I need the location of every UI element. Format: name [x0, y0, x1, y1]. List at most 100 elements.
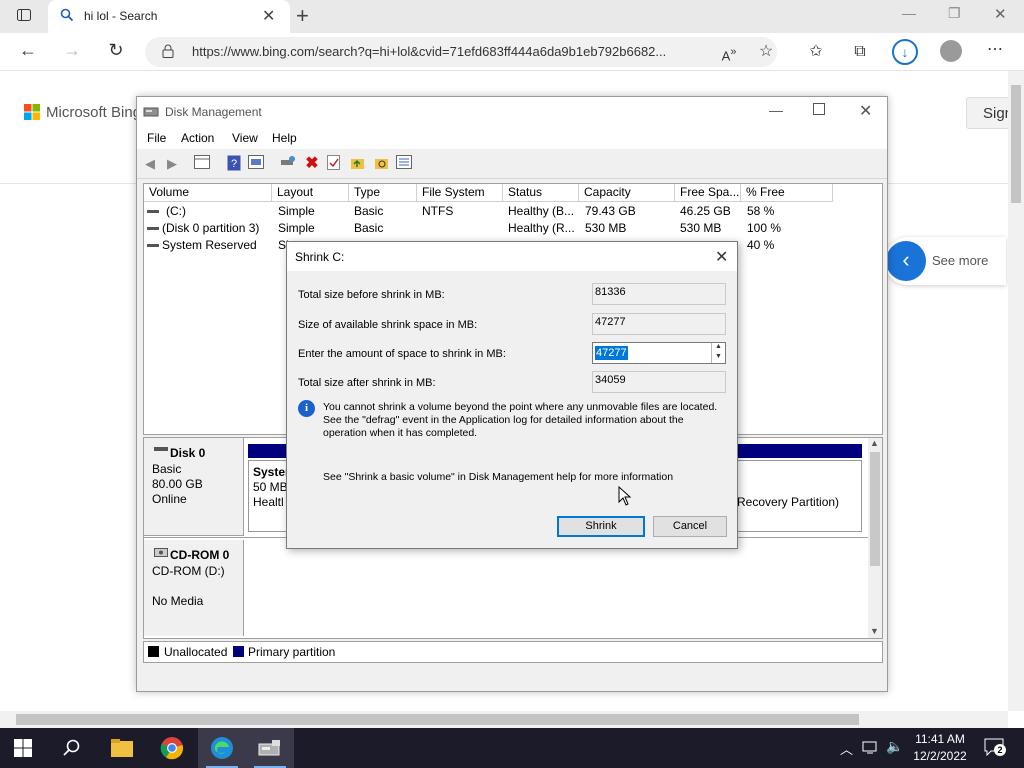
toolbar-connect-icon[interactable]: [279, 155, 297, 173]
dm-maximize-icon[interactable]: [813, 103, 825, 118]
shrink-amount-spinner[interactable]: 47277 ▲ ▼: [592, 342, 726, 364]
notifications-button[interactable]: 2: [984, 738, 1006, 758]
dm-close-icon[interactable]: ✕: [859, 101, 872, 121]
chevron-left-icon[interactable]: ‹: [886, 241, 926, 281]
toolbar-check-icon[interactable]: [325, 155, 343, 173]
restore-icon[interactable]: ❐: [948, 5, 961, 22]
dialog-close-icon[interactable]: ✕: [715, 247, 728, 267]
toolbar-folder-up-icon[interactable]: [349, 155, 367, 173]
table-cell: 46.25 GB: [680, 204, 731, 218]
available-label: Size of available shrink space in MB:: [298, 319, 478, 331]
clock-time[interactable]: 11:41 AM: [913, 732, 967, 746]
tab-actions-icon[interactable]: [14, 7, 34, 29]
dm-minimize-icon[interactable]: —: [769, 102, 783, 118]
cancel-button[interactable]: Cancel: [653, 516, 727, 537]
volume-icon[interactable]: 🔈: [886, 738, 903, 755]
signin-button[interactable]: Sign: [966, 97, 1013, 129]
menu-action[interactable]: Action: [181, 131, 214, 145]
toolbar-back-icon[interactable]: ◀: [141, 155, 159, 173]
vertical-scroll-thumb[interactable]: [1011, 85, 1021, 203]
toolbar-list-icon[interactable]: [395, 155, 413, 173]
spin-up-icon[interactable]: ▲: [715, 343, 722, 350]
file-explorer-icon[interactable]: [110, 738, 134, 761]
downloads-icon[interactable]: ↓: [892, 39, 918, 65]
forward-icon[interactable]: →: [62, 40, 82, 60]
dialog-titlebar[interactable]: Shrink C: ✕: [287, 242, 737, 271]
scroll-up-icon[interactable]: ▲: [870, 438, 879, 448]
network-icon[interactable]: [862, 739, 878, 758]
minimize-icon[interactable]: —: [902, 5, 916, 21]
disk0-info[interactable]: Disk 0 Basic 80.00 GB Online: [144, 438, 244, 536]
col-type[interactable]: Type: [349, 184, 417, 202]
toolbar-properties-icon[interactable]: [247, 155, 265, 173]
disk-scroll-thumb[interactable]: [870, 452, 880, 566]
col-layout[interactable]: Layout: [272, 184, 349, 202]
col-volume[interactable]: Volume: [144, 184, 272, 202]
table-cell: Basic: [354, 204, 384, 218]
chrome-icon[interactable]: [160, 736, 184, 763]
cdrom0-drive: CD-ROM (D:): [152, 564, 225, 578]
windows-start-icon[interactable]: [14, 739, 32, 760]
table-row[interactable]: (C:) Simple Basic NTFS Healthy (B... 79.…: [144, 203, 882, 220]
disk-area-scrollbar[interactable]: ▲ ▼: [868, 438, 882, 638]
col-status[interactable]: Status: [503, 184, 579, 202]
info-text-line1: You cannot shrink a volume beyond the po…: [323, 401, 718, 413]
toolbar-delete-icon[interactable]: ✖: [303, 155, 321, 173]
see-more-panel[interactable]: ‹ See more: [884, 237, 1006, 285]
cdrom0-info[interactable]: CD-ROM 0 CD-ROM (D:) No Media: [144, 540, 244, 636]
menu-help[interactable]: Help: [272, 131, 297, 145]
table-cell: Healthy (R...: [508, 221, 575, 235]
horizontal-scrollbar[interactable]: [0, 711, 1008, 728]
legend-bar: Unallocated Primary partition: [143, 641, 883, 663]
menu-view[interactable]: View: [232, 131, 258, 145]
table-row[interactable]: (Disk 0 partition 3) Simple Basic Health…: [144, 220, 882, 237]
shrink-amount-input[interactable]: 47277: [595, 346, 628, 360]
favorite-star-icon[interactable]: ☆: [756, 42, 776, 62]
info-text-line2: See the "defrag" event in the Applicatio…: [323, 414, 684, 426]
volume-icon: [147, 227, 159, 230]
tray-chevron-up-icon[interactable]: ︿: [840, 739, 853, 758]
close-tab-icon[interactable]: ✕: [262, 6, 275, 26]
collections-icon[interactable]: ⧉: [850, 42, 870, 62]
help-link-text[interactable]: See "Shrink a basic volume" in Disk Mana…: [323, 471, 673, 483]
table-cell: 40 %: [747, 238, 775, 252]
read-aloud-icon[interactable]: A»: [720, 42, 738, 66]
browser-tab[interactable]: hi lol - Search ✕: [48, 0, 290, 33]
col-capacity[interactable]: Capacity: [579, 184, 675, 202]
scroll-down-icon[interactable]: ▼: [870, 626, 879, 636]
legend-primary: Primary partition: [248, 645, 336, 659]
shrink-dialog: Shrink C: ✕ Total size before shrink in …: [286, 241, 738, 549]
shrink-button[interactable]: Shrink: [557, 516, 645, 537]
clock-date[interactable]: 12/2/2022: [913, 749, 967, 763]
partition-recovery[interactable]: Recovery Partition): [734, 460, 862, 532]
disk-management-titlebar[interactable]: Disk Management — ✕: [137, 97, 887, 127]
settings-more-icon[interactable]: ⋯: [985, 40, 1005, 60]
toolbar-forward-icon[interactable]: ▶: [163, 155, 181, 173]
disk-management-taskbar-button[interactable]: [246, 728, 294, 768]
available-text: 47277: [595, 316, 626, 328]
back-icon[interactable]: ←: [18, 40, 38, 60]
refresh-icon[interactable]: ↻: [106, 40, 126, 60]
url-bar[interactable]: https://www.bing.com/search?q=hi+lol&cvi…: [145, 37, 777, 67]
favorites-icon[interactable]: ✩: [806, 42, 826, 62]
after-value: 34059: [592, 371, 726, 393]
toolbar-search-folder-icon[interactable]: [373, 155, 391, 173]
partition-title: Syster: [253, 465, 290, 479]
col-file-system[interactable]: File System: [417, 184, 503, 202]
col-percent-free[interactable]: % Free: [741, 184, 833, 202]
toolbar-help-icon[interactable]: ?: [225, 155, 243, 173]
horizontal-scroll-thumb[interactable]: [16, 714, 859, 725]
taskbar-search-icon[interactable]: [62, 738, 82, 761]
menu-file[interactable]: File: [147, 131, 166, 145]
col-free-space[interactable]: Free Spa...: [675, 184, 741, 202]
new-tab-icon[interactable]: +: [296, 3, 309, 29]
profile-avatar[interactable]: [940, 40, 962, 62]
lock-icon: [162, 44, 174, 61]
toolbar-show-hide-icon[interactable]: [193, 155, 211, 173]
vertical-scrollbar[interactable]: [1008, 71, 1024, 711]
available-value: 47277: [592, 313, 726, 335]
close-window-icon[interactable]: ✕: [994, 5, 1007, 23]
dialog-title: Shrink C:: [295, 250, 345, 264]
spin-down-icon[interactable]: ▼: [715, 353, 722, 360]
edge-taskbar-button[interactable]: [198, 728, 246, 768]
